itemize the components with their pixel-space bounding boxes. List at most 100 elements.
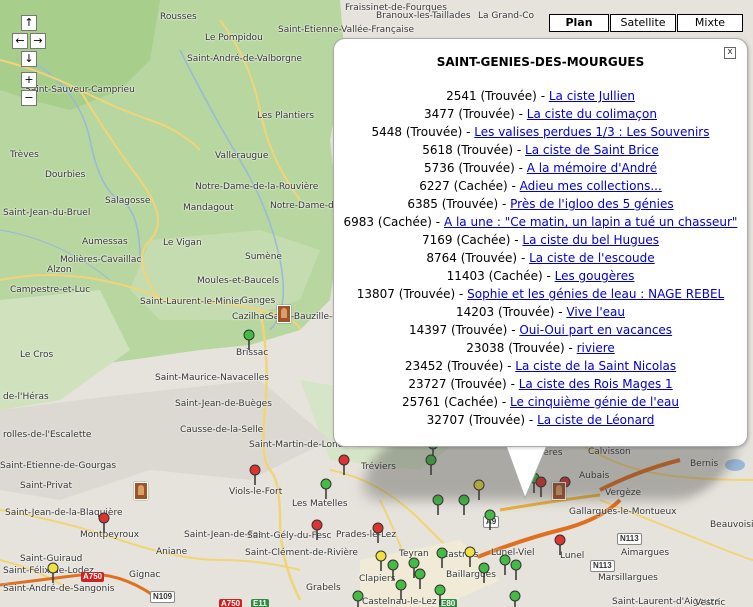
place-label: Molières-Cavaillac xyxy=(60,255,142,265)
cache-list-item: 11403 (Cachée) - Les gougères xyxy=(446,269,635,283)
place-label: Ganges xyxy=(241,296,276,306)
cache-list-item: 6227 (Cachée) - Adieu mes collections... xyxy=(419,179,662,193)
cache-link[interactable]: Près de l'igloo des 5 génies xyxy=(510,197,673,211)
info-window: SAINT-GENIES-DES-MOURGUES x 2541 (Trouvé… xyxy=(333,38,748,447)
cache-link[interactable]: La ciste de l'escoude xyxy=(529,251,655,265)
pan-left-button[interactable]: ← xyxy=(12,33,28,49)
cache-link[interactable]: Vive l'eau xyxy=(566,305,625,319)
place-label: Saint-Maurice-Navacelles xyxy=(155,373,269,383)
cache-status: (Trouvée) xyxy=(480,89,537,103)
cache-id: 6385 xyxy=(407,197,438,211)
cache-list-item: 7169 (Cachée) - La ciste du bel Hugues xyxy=(421,233,660,247)
geocache-marker-icon[interactable] xyxy=(478,562,492,584)
cache-id: 13807 xyxy=(356,287,395,301)
geocache-marker-icon[interactable] xyxy=(484,509,498,531)
geocache-marker-icon[interactable] xyxy=(434,584,448,606)
cache-link[interactable]: A la mémoire d'André xyxy=(527,161,657,175)
zoom-out-button[interactable]: − xyxy=(21,90,37,106)
cache-status: (Cachée) xyxy=(453,179,508,193)
photo-marker-icon[interactable] xyxy=(134,482,148,500)
pan-down-button[interactable]: ↓ xyxy=(21,51,37,67)
geocache-marker-icon[interactable] xyxy=(395,579,409,601)
cache-status: (Trouvée) xyxy=(458,161,515,175)
cache-status: (Cachée) xyxy=(488,269,543,283)
cache-id: 8764 xyxy=(426,251,457,265)
place-label: Saint-Jean-du-Bruel xyxy=(3,208,91,218)
cache-link[interactable]: A la une : "Ce matin, un lapin a tué un … xyxy=(444,215,738,229)
geocache-marker-icon[interactable] xyxy=(464,546,478,568)
geocache-marker-icon[interactable] xyxy=(249,464,263,486)
cache-status: (Trouvée) xyxy=(498,305,555,319)
cache-id: 14397 xyxy=(408,323,448,337)
cache-list-item: 5448 (Trouvée) - Les valises perdues 1/3… xyxy=(371,125,710,139)
cache-link[interactable]: La ciste de Saint Brice xyxy=(525,143,659,157)
place-label: Aniane xyxy=(156,547,188,557)
road-shield: N113 xyxy=(617,533,642,545)
cache-list-item: 23452 (Trouvée) - La ciste de la Saint N… xyxy=(404,359,677,373)
zoom-in-button[interactable]: + xyxy=(21,72,37,88)
geocache-marker-icon[interactable] xyxy=(436,547,450,569)
cache-link[interactable]: Les valises perdues 1/3 : Les Souvenirs xyxy=(474,125,709,139)
cache-link[interactable]: La ciste du colimaçon xyxy=(527,107,657,121)
cache-status: (Trouvée) xyxy=(446,359,504,373)
photo-marker-icon[interactable] xyxy=(277,305,291,323)
geocache-marker-icon[interactable] xyxy=(387,559,401,581)
cache-list-item: 23727 (Trouvée) - La ciste des Rois Mage… xyxy=(408,377,673,391)
cache-link[interactable]: La ciste du bel Hugues xyxy=(522,233,659,247)
geocache-marker-icon[interactable] xyxy=(311,519,325,541)
geocache-marker-icon[interactable] xyxy=(320,478,334,500)
geocache-marker-icon[interactable] xyxy=(510,559,524,581)
place-label: Saint-Etienne-Vallée-Française xyxy=(278,25,415,35)
geocache-marker-icon[interactable] xyxy=(338,454,352,476)
map-type-mixte-button[interactable]: Mixte xyxy=(677,14,743,32)
cache-id: 32707 xyxy=(426,413,465,427)
place-label: Campestre-et-Luc xyxy=(10,285,91,295)
geocache-marker-icon[interactable] xyxy=(414,568,428,590)
geocache-marker-icon[interactable] xyxy=(372,522,386,544)
place-label: Les Plantiers xyxy=(257,111,315,121)
cache-link[interactable]: La ciste de la Saint Nicolas xyxy=(515,359,676,373)
geocache-marker-icon[interactable] xyxy=(352,590,366,607)
cache-status: (Cachée) xyxy=(456,233,511,247)
cache-status: (Trouvée) xyxy=(456,143,514,157)
cache-link[interactable]: riviere xyxy=(577,341,615,355)
map-type-satellite-button[interactable]: Satellite xyxy=(610,14,676,32)
geocache-marker-icon[interactable] xyxy=(554,534,568,556)
geocache-marker-icon[interactable] xyxy=(98,512,112,534)
cache-status: (Trouvée) xyxy=(441,197,499,211)
cache-id: 23452 xyxy=(404,359,444,373)
place-label: Saint-André-de-Valborgne xyxy=(187,54,303,64)
cache-list-item: 32707 (Trouvée) - La ciste de Léonard xyxy=(426,413,655,427)
cache-id: 6983 xyxy=(343,215,375,229)
map-type-plan-button[interactable]: Plan xyxy=(549,14,609,32)
cache-list-item: 25761 (Cachée) - Le cinquième génie de l… xyxy=(401,395,680,409)
cache-link[interactable]: Oui-Oui part en vacances xyxy=(519,323,672,337)
map-type-control: Plan Satellite Mixte xyxy=(548,14,743,32)
cache-status: (Trouvée) xyxy=(450,377,507,391)
pan-up-button[interactable]: ↑ xyxy=(21,15,37,31)
geocache-marker-icon[interactable] xyxy=(509,590,523,607)
cache-link[interactable]: La ciste Jullien xyxy=(549,89,635,103)
cache-link[interactable]: Les gougères xyxy=(555,269,635,283)
cache-link[interactable]: Le cinquième génie de l'eau xyxy=(510,395,679,409)
cache-list-item: 3477 (Trouvée) - La ciste du colimaçon xyxy=(424,107,657,121)
geocache-marker-icon[interactable] xyxy=(243,329,257,351)
info-window-title: SAINT-GENIES-DES-MOURGUES xyxy=(436,55,645,69)
cache-status: (Trouvée) xyxy=(398,287,456,301)
geocache-marker-icon[interactable] xyxy=(47,562,61,584)
cache-list-item: 14203 (Trouvée) - Vive l'eau xyxy=(456,305,625,319)
place-label: Marsillargues xyxy=(598,573,658,583)
cache-link[interactable]: Adieu mes collections... xyxy=(520,179,662,193)
cache-list-item: 13807 (Trouvée) - Sophie et les génies d… xyxy=(356,287,725,301)
place-label: Le Vigan xyxy=(163,238,202,248)
place-label: Mandagout xyxy=(183,203,234,213)
cache-link[interactable]: Sophie et les génies de leau : NAGE REBE… xyxy=(467,287,724,301)
cache-id: 3477 xyxy=(424,107,455,121)
cache-link[interactable]: La ciste des Rois Mages 1 xyxy=(519,377,673,391)
close-icon[interactable]: x xyxy=(724,47,736,59)
cache-list-item: 23038 (Trouvée) - riviere xyxy=(466,341,615,355)
cache-list-item: 5618 (Trouvée) - La ciste de Saint Brice xyxy=(422,143,659,157)
cache-link[interactable]: La ciste de Léonard xyxy=(537,413,654,427)
cache-list-item: 14397 (Trouvée) - Oui-Oui part en vacanc… xyxy=(408,323,673,337)
pan-right-button[interactable]: → xyxy=(30,33,46,49)
